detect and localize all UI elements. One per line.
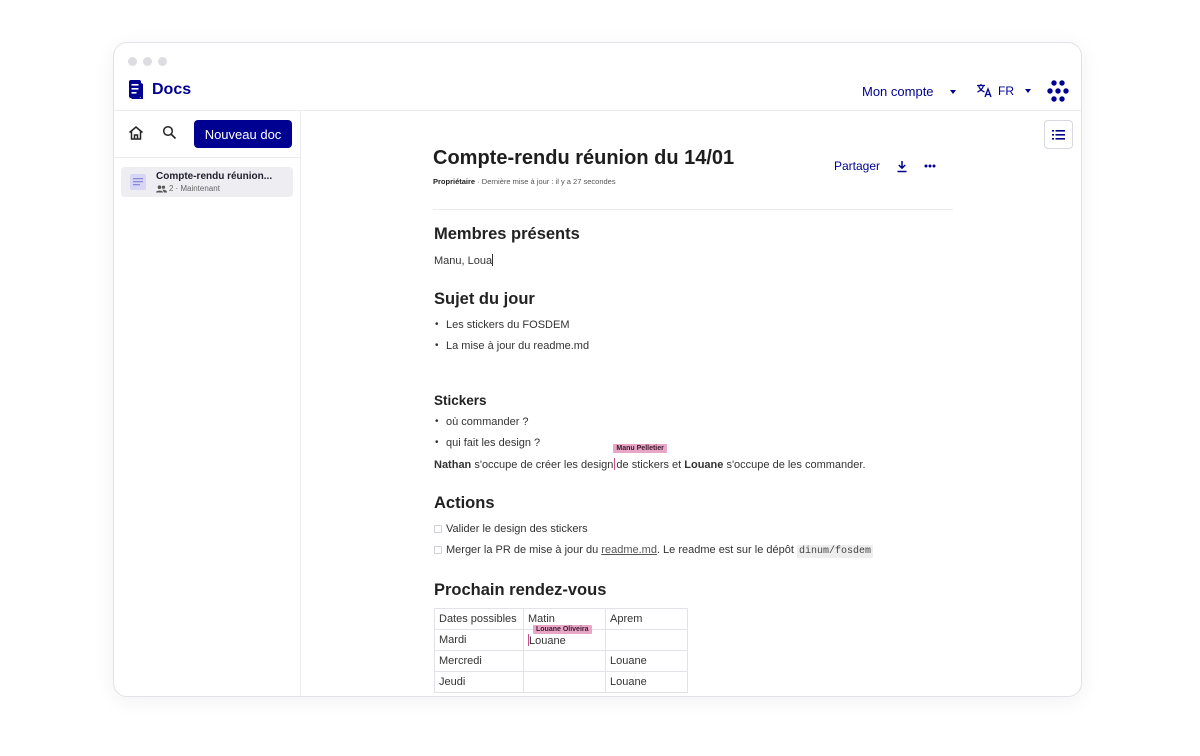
table-cell[interactable]: Louane Oliveira Louane bbox=[523, 624, 606, 651]
members-text: Manu, Loua bbox=[434, 255, 493, 267]
window-maximize-dot[interactable] bbox=[158, 57, 167, 66]
home-icon[interactable] bbox=[128, 125, 144, 141]
heading-topic[interactable]: Sujet du jour bbox=[434, 290, 535, 309]
table-cell[interactable]: Mercredi bbox=[434, 650, 524, 672]
account-menu[interactable]: Mon compte bbox=[862, 84, 956, 99]
translate-icon bbox=[977, 84, 992, 98]
more-icon[interactable] bbox=[924, 164, 936, 168]
document-icon bbox=[130, 174, 146, 190]
table-cell[interactable]: Mardi bbox=[434, 629, 524, 651]
person-name: Louane bbox=[684, 459, 724, 471]
sidebar-doc-meta: 2 · Maintenant bbox=[156, 184, 220, 193]
brand[interactable]: Docs bbox=[128, 80, 191, 99]
chevron-down-icon bbox=[949, 89, 956, 94]
repo-code: dinum/fosdem bbox=[796, 545, 873, 558]
account-label: Mon compte bbox=[862, 84, 934, 99]
document-role: Propriétaire bbox=[433, 177, 476, 186]
document-updated: · Dernière mise à jour : il y a 27 secon… bbox=[475, 177, 616, 186]
table-row: Jeudi Louane bbox=[434, 671, 688, 693]
todo-item[interactable]: Merger la PR de mise à jour du readme.md… bbox=[434, 544, 873, 558]
document-logo-icon bbox=[129, 80, 143, 99]
table-cell[interactable]: Louane bbox=[605, 650, 688, 672]
window-minimize-dot[interactable] bbox=[143, 57, 152, 66]
new-doc-button[interactable]: Nouveau doc bbox=[194, 120, 292, 148]
heading-actions[interactable]: Actions bbox=[434, 494, 495, 513]
search-icon[interactable] bbox=[162, 125, 177, 140]
sidebar-doc-members: 2 bbox=[169, 184, 174, 193]
table-cell[interactable]: Jeudi bbox=[434, 671, 524, 693]
sentence-text: s'occupe de les commander. bbox=[723, 459, 866, 471]
share-button[interactable]: Partager bbox=[834, 159, 880, 173]
heading-members[interactable]: Membres présents bbox=[434, 225, 580, 244]
download-icon[interactable] bbox=[896, 160, 908, 173]
gouv-grid-icon[interactable] bbox=[1047, 80, 1069, 102]
cell-text: Louane bbox=[529, 634, 566, 647]
stickers-sentence[interactable]: Nathan s'occupe de créer les design Manu … bbox=[434, 444, 866, 471]
window-controls bbox=[128, 57, 167, 66]
table-row: Mardi Louane Oliveira Louane bbox=[434, 624, 688, 651]
todo-item[interactable]: Valider le design des stickers bbox=[434, 523, 588, 535]
readme-link[interactable]: readme.md bbox=[601, 544, 657, 556]
app-window: Docs Mon compte FR Nouveau doc Compte-re… bbox=[113, 42, 1082, 697]
table-cell[interactable]: Louane bbox=[605, 671, 688, 693]
document-meta: Propriétaire · Dernière mise à jour : il… bbox=[433, 177, 953, 186]
todo-text: . Le readme est sur le dépôt bbox=[656, 544, 797, 556]
text-caret bbox=[492, 254, 494, 266]
language-label: FR bbox=[998, 83, 1014, 98]
collaborator-label: Manu Pelletier bbox=[613, 444, 667, 453]
list-item[interactable]: Les stickers du FOSDEM bbox=[434, 319, 569, 331]
members-paragraph[interactable]: Manu, Loua bbox=[434, 254, 494, 267]
todo-checkbox[interactable] bbox=[434, 525, 442, 533]
table-cell[interactable]: Aprem bbox=[605, 608, 688, 630]
todo-checkbox[interactable] bbox=[434, 546, 442, 554]
heading-next-meeting[interactable]: Prochain rendez-vous bbox=[434, 581, 606, 600]
app-name: Docs bbox=[152, 80, 192, 98]
document-area: Compte-rendu réunion du 14/01 Propriétai… bbox=[301, 111, 1081, 696]
sidebar-doc-item[interactable]: Compte-rendu réunion... 2 · Maintenant bbox=[121, 167, 293, 197]
window-close-dot[interactable] bbox=[128, 57, 137, 66]
list-item[interactable]: La mise à jour du readme.md bbox=[434, 340, 589, 352]
todo-text: Valider le design des stickers bbox=[446, 523, 588, 535]
meeting-table[interactable]: Dates possibles Matin Aprem Mardi Louane… bbox=[434, 608, 688, 693]
collaborator-cursor: Manu Pelletier bbox=[613, 444, 667, 470]
heading-stickers[interactable]: Stickers bbox=[434, 393, 487, 408]
todo-text: Merger la PR de mise à jour du bbox=[446, 544, 602, 556]
collaborator-label: Louane Oliveira bbox=[533, 624, 592, 634]
top-bar: Docs Mon compte FR bbox=[114, 71, 1081, 111]
table-cell[interactable] bbox=[605, 629, 688, 651]
table-cell[interactable] bbox=[523, 650, 606, 672]
language-selector[interactable]: FR bbox=[976, 83, 1031, 98]
table-cell[interactable]: Dates possibles bbox=[434, 608, 524, 630]
sidebar-doc-updated: · Maintenant bbox=[175, 184, 220, 193]
table-cell[interactable] bbox=[523, 671, 606, 693]
sidebar-doc-title: Compte-rendu réunion... bbox=[156, 171, 273, 182]
table-row: Mercredi Louane bbox=[434, 650, 688, 672]
sidebar: Nouveau doc Compte-rendu réunion... 2 · … bbox=[114, 111, 301, 696]
person-name: Nathan bbox=[434, 459, 472, 471]
list-item[interactable]: où commander ? bbox=[434, 416, 529, 428]
list-item[interactable]: qui fait les design ? bbox=[434, 437, 540, 449]
sentence-text: s'occupe de créer les design bbox=[471, 459, 614, 471]
document-actions: Partager bbox=[834, 159, 936, 173]
sidebar-actions: Nouveau doc bbox=[114, 111, 300, 158]
chevron-down-icon bbox=[1025, 88, 1031, 93]
people-icon bbox=[156, 184, 167, 192]
sentence-text: de stickers et bbox=[616, 459, 685, 471]
header-divider bbox=[433, 209, 953, 210]
collaborator-cursor: Louane Oliveira bbox=[528, 624, 592, 646]
